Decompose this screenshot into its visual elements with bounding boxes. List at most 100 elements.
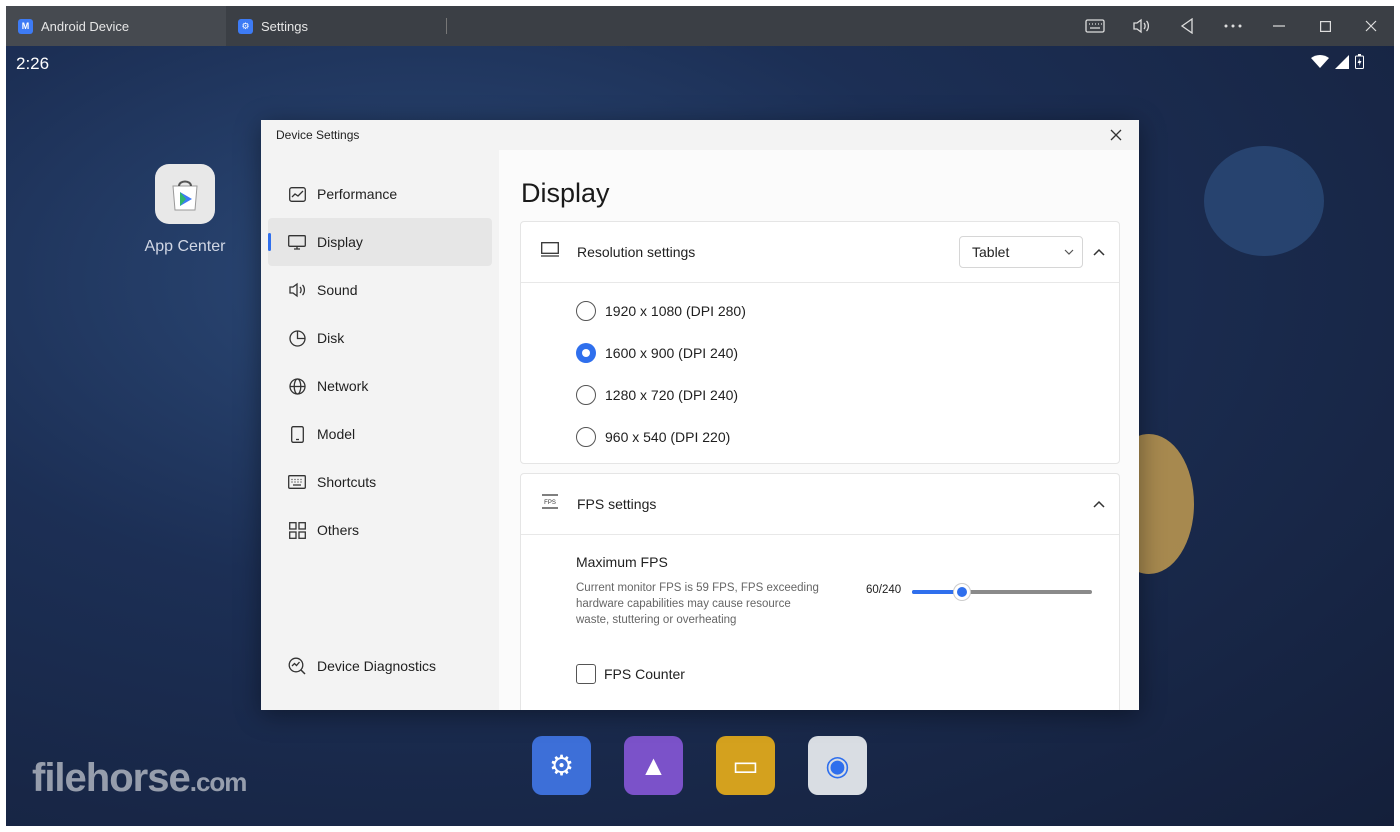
device-settings-dialog: Device Settings Performance Display Soun… — [261, 120, 1139, 710]
resolution-option[interactable]: 960 x 540 (DPI 220) — [576, 426, 730, 448]
chevron-down-icon — [1064, 249, 1074, 255]
slider-thumb[interactable] — [954, 584, 970, 600]
max-fps-description: Current monitor FPS is 59 FPS, FPS excee… — [576, 582, 819, 626]
sidebar-item-label: Performance — [317, 186, 398, 202]
radio-button[interactable] — [576, 385, 596, 405]
wallpaper-decoration — [1204, 146, 1324, 256]
settings-content: Display Resolution settings Tablet 1920 … — [499, 150, 1139, 710]
app-logo-icon: M — [18, 18, 33, 34]
gear-icon: ⚙ — [238, 18, 253, 34]
fps-counter-label: FPS Counter — [604, 666, 685, 682]
page-title: Display — [521, 178, 610, 208]
dialog-close-button[interactable] — [1107, 126, 1125, 144]
dialog-title: Device Settings — [276, 128, 360, 142]
tab-android-device[interactable]: M Android Device — [6, 6, 226, 46]
resolution-option-label: 1920 x 1080 (DPI 280) — [605, 303, 746, 319]
settings-sidebar: Performance Display Sound Disk Network M… — [261, 150, 499, 710]
sidebar-item-performance[interactable]: Performance — [268, 170, 492, 218]
gallery-app-icon[interactable]: ▲ — [624, 736, 683, 795]
sidebar-item-label: Display — [317, 234, 363, 250]
resolution-settings-title: Resolution settings — [577, 244, 696, 260]
resolution-option-label: 1280 x 720 (DPI 240) — [605, 387, 739, 403]
device-diagnostics-button[interactable]: Device Diagnostics — [268, 642, 492, 690]
tab-label: Settings — [261, 18, 308, 34]
app-center-label: App Center — [144, 238, 226, 255]
resolution-option[interactable]: 1600 x 900 (DPI 240) — [576, 342, 738, 364]
wifi-icon — [1311, 54, 1329, 68]
resolution-option-label: 960 x 540 (DPI 220) — [605, 429, 731, 445]
sidebar-item-others[interactable]: Others — [268, 506, 492, 554]
chart-icon — [288, 185, 306, 203]
resolution-settings-header[interactable]: Resolution settings Tablet — [521, 222, 1119, 283]
minimize-icon — [1273, 25, 1285, 27]
device-mode-value: Tablet — [972, 244, 1010, 260]
close-icon — [1110, 129, 1122, 141]
fps-icon: FPS — [541, 494, 559, 514]
watermark-logo: filehorse.com — [32, 756, 247, 800]
fps-settings-card: FPS FPS settings Maximum FPS Current mon… — [520, 473, 1120, 710]
radio-button[interactable] — [576, 427, 596, 447]
radio-button[interactable] — [576, 301, 596, 321]
fps-settings-title: FPS settings — [577, 496, 657, 512]
media-app-icon[interactable]: ◉ — [808, 736, 867, 795]
max-fps-slider[interactable] — [912, 584, 1092, 600]
fps-counter-checkbox[interactable] — [576, 664, 596, 684]
sidebar-item-model[interactable]: Model — [268, 410, 492, 458]
resolution-option-label: 1600 x 900 (DPI 240) — [605, 345, 739, 361]
radio-button-selected[interactable] — [576, 343, 596, 363]
signal-icon — [1335, 54, 1349, 69]
sidebar-item-label: Shortcuts — [317, 474, 377, 490]
app-center-shortcut[interactable]: App Center — [140, 164, 230, 256]
tab-settings[interactable]: ⚙ Settings — [226, 6, 459, 46]
back-icon — [1180, 18, 1193, 34]
dialog-header: Device Settings — [261, 120, 1139, 150]
chevron-up-icon[interactable] — [1091, 496, 1107, 512]
sidebar-item-label: Disk — [317, 330, 345, 346]
max-fps-value: 60/240 — [866, 584, 902, 596]
pie-icon — [288, 329, 306, 347]
fps-settings-header[interactable]: FPS FPS settings — [521, 474, 1119, 535]
sidebar-item-label: Model — [317, 426, 356, 442]
minimize-button[interactable] — [1256, 6, 1302, 46]
resolution-option[interactable]: 1280 x 720 (DPI 240) — [576, 384, 738, 406]
back-button[interactable] — [1164, 6, 1210, 46]
more-button[interactable] — [1210, 6, 1256, 46]
resolution-settings-card: Resolution settings Tablet 1920 x 1080 (… — [520, 221, 1120, 464]
diagnostics-icon — [288, 657, 306, 675]
monitor-icon — [288, 233, 306, 251]
more-icon — [1224, 24, 1242, 28]
battery-icon — [1355, 54, 1364, 69]
sidebar-item-label: Device Diagnostics — [317, 658, 437, 674]
files-app-icon[interactable]: ▭ — [716, 736, 775, 795]
close-icon — [1365, 20, 1377, 32]
sidebar-item-sound[interactable]: Sound — [268, 266, 492, 314]
status-clock: 2:26 — [16, 54, 50, 73]
maximize-icon — [1319, 20, 1331, 32]
monitor-icon — [541, 242, 559, 262]
sidebar-item-disk[interactable]: Disk — [268, 314, 492, 362]
close-window-button[interactable] — [1348, 6, 1394, 46]
resolution-option[interactable]: 1920 x 1080 (DPI 280) — [576, 300, 746, 322]
sidebar-item-label: Sound — [317, 282, 358, 298]
fps-counter-option[interactable]: FPS Counter — [576, 664, 685, 684]
volume-button[interactable] — [1118, 6, 1164, 46]
app-dock: ⚙ ▲ ▭ ◉ — [532, 736, 867, 795]
volume-icon — [1133, 18, 1150, 34]
titlebar: M Android Device ⚙ Settings — [6, 6, 1394, 46]
settings-app-icon[interactable]: ⚙ — [532, 736, 591, 795]
sidebar-item-display[interactable]: Display — [268, 218, 492, 266]
svg-text:FPS: FPS — [544, 500, 556, 506]
device-mode-select[interactable]: Tablet — [959, 236, 1083, 268]
keyboard-icon — [288, 473, 306, 491]
chevron-up-icon[interactable] — [1091, 244, 1107, 260]
maximize-button[interactable] — [1302, 6, 1348, 46]
globe-icon — [288, 377, 306, 395]
tablet-icon — [288, 425, 306, 443]
speaker-icon — [288, 281, 306, 299]
app-center-icon — [155, 164, 215, 224]
keyboard-icon — [1085, 19, 1105, 33]
sidebar-item-network[interactable]: Network — [268, 362, 492, 410]
sidebar-item-shortcuts[interactable]: Shortcuts — [268, 458, 492, 506]
keyboard-button[interactable] — [1072, 6, 1118, 46]
tab-divider — [445, 18, 447, 34]
